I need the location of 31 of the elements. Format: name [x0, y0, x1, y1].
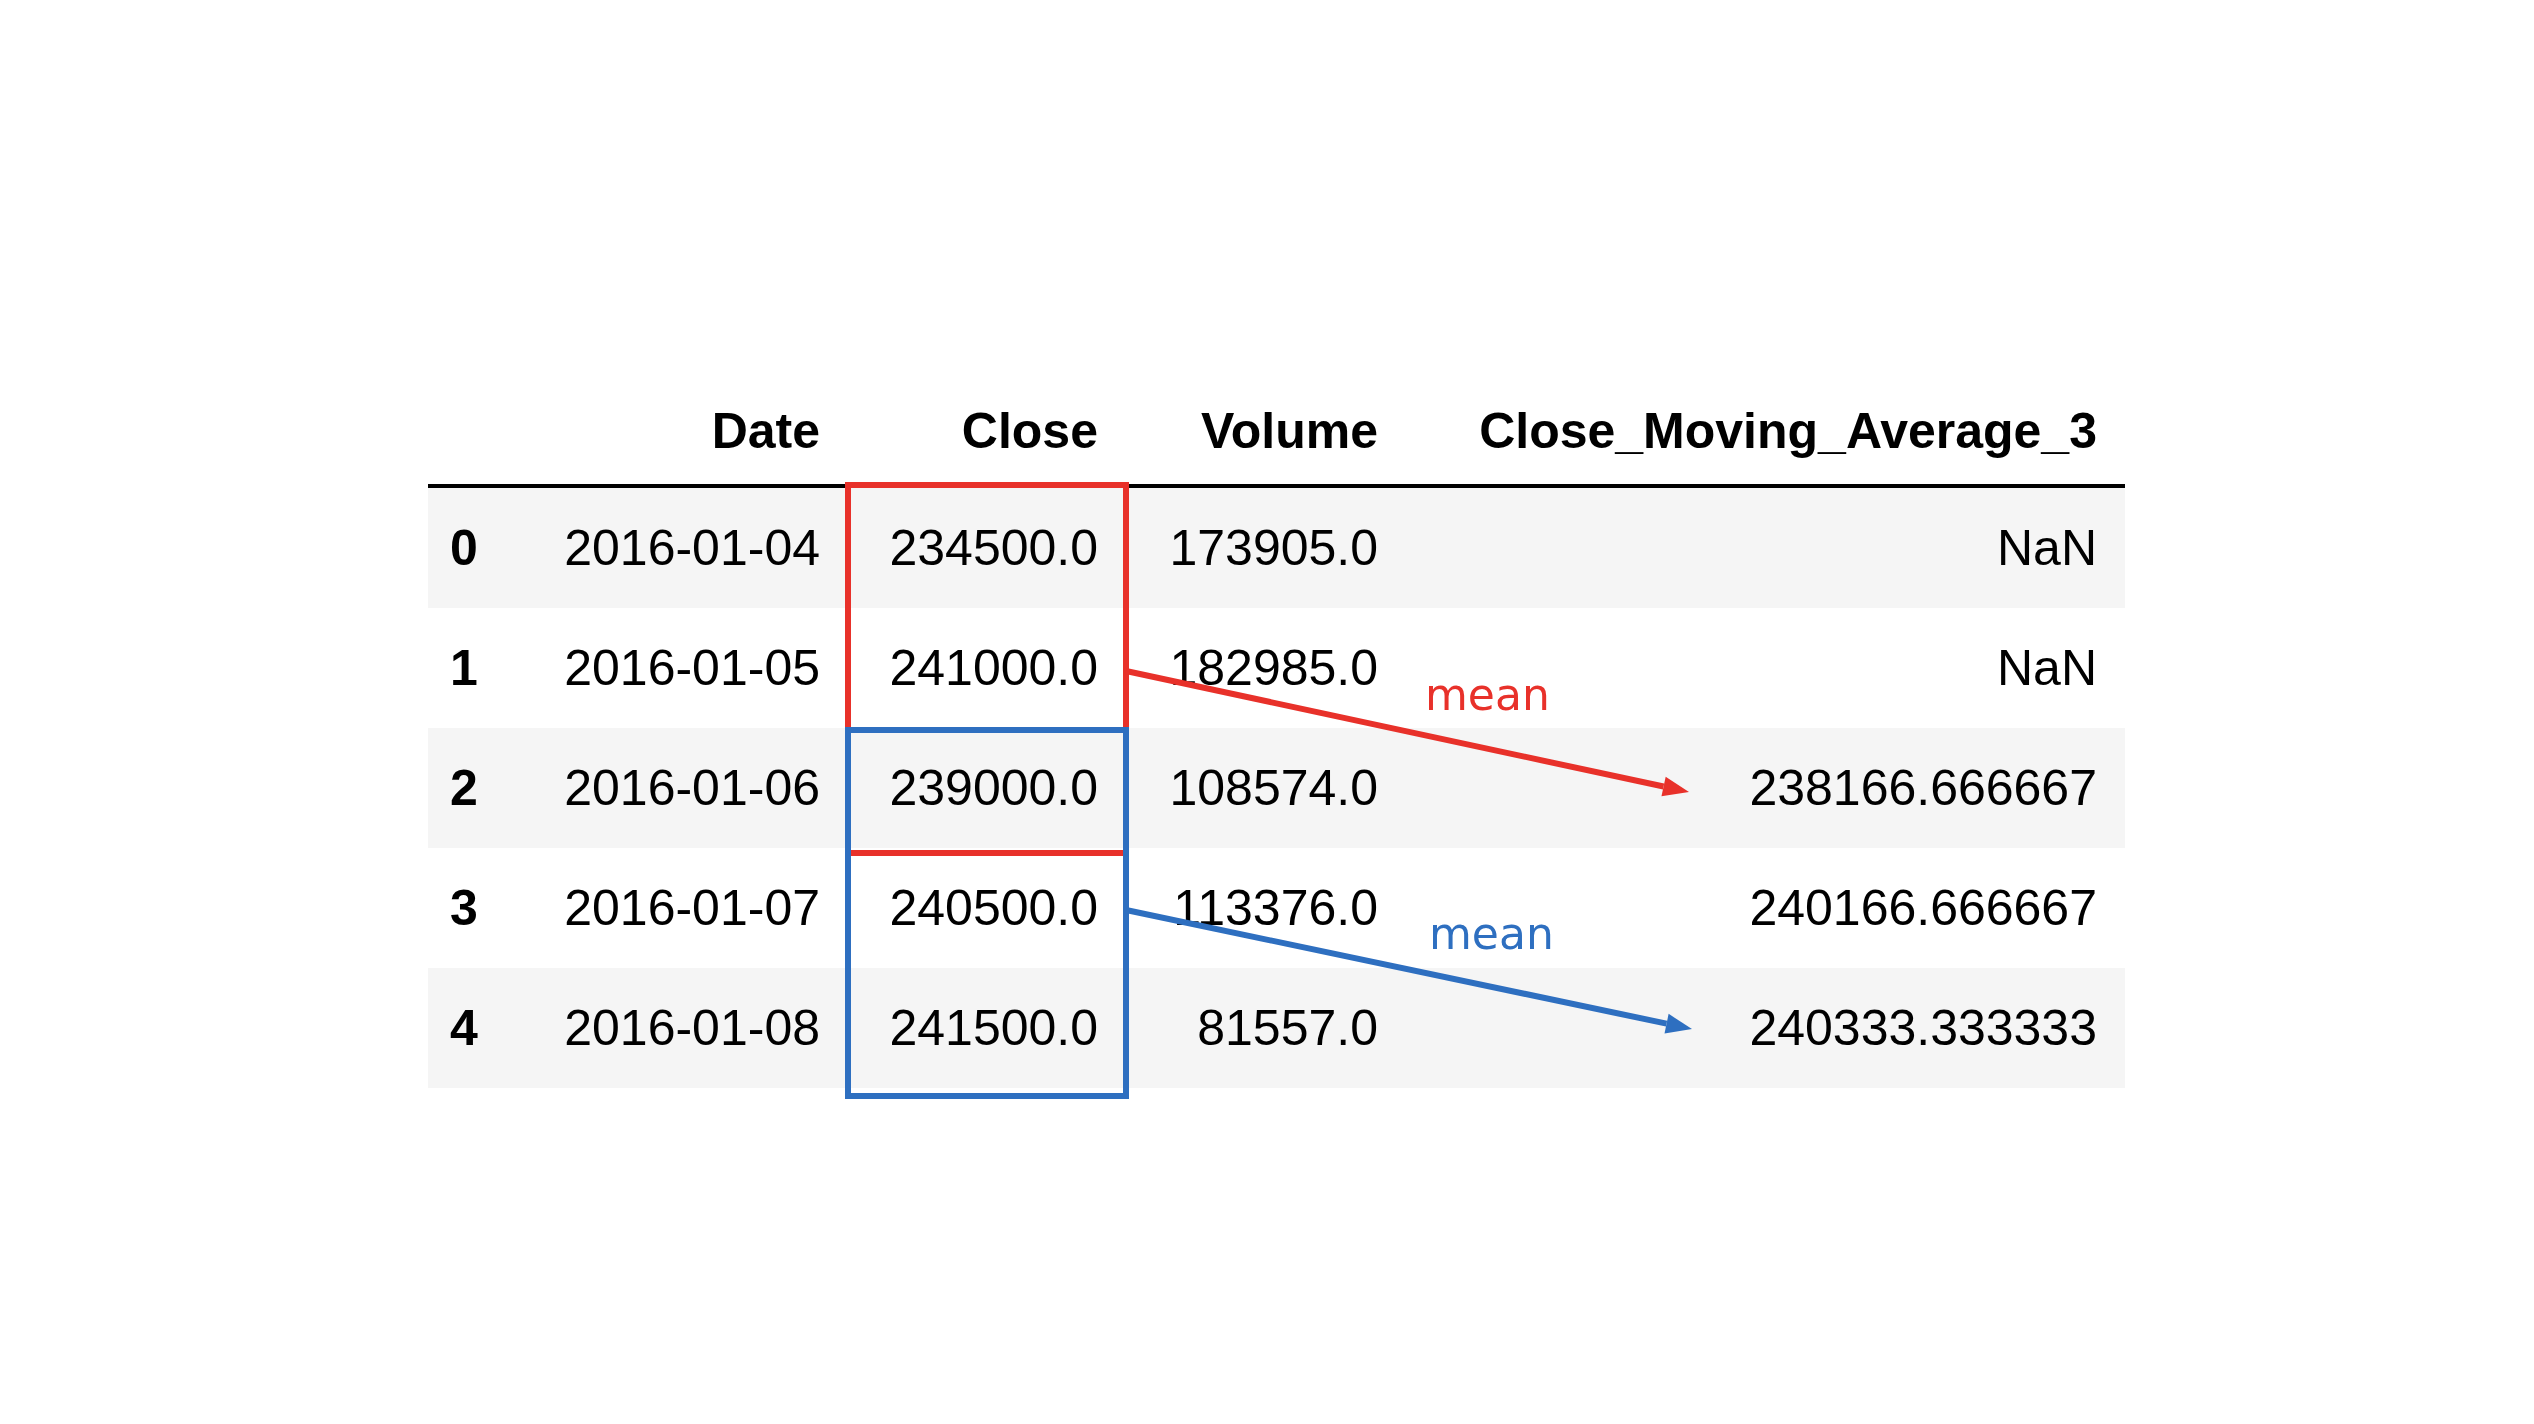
row-index: 0: [449, 518, 479, 578]
table-cell-text: 2016-01-04: [564, 518, 820, 578]
table-cell-text: 113376.0: [1173, 878, 1378, 938]
table-cell-text: 2016-01-07: [564, 878, 820, 938]
table-cell-text: NaN: [1996, 638, 2097, 698]
table-cell-text: 173905.0: [1169, 518, 1378, 578]
annotation-label: mean: [1429, 912, 1554, 956]
table-cell-text: 238166.666667: [1749, 758, 2097, 818]
row-index: 1: [449, 638, 479, 698]
table-cell-text: NaN: [1996, 518, 2097, 578]
table-cell-text: 241000.0: [889, 638, 1098, 698]
column-header: Close_Moving_Average_3: [1479, 401, 2097, 461]
table-cell-text: 241500.0: [889, 998, 1098, 1058]
table-cell-text: 234500.0: [889, 518, 1098, 578]
row-index: 3: [449, 878, 479, 938]
table-cell-text: 2016-01-05: [564, 638, 820, 698]
table-cell-text: 2016-01-06: [564, 758, 820, 818]
table-cell-text: 182985.0: [1169, 638, 1378, 698]
column-header: Volume: [1201, 401, 1378, 461]
table-cell-text: 239000.0: [889, 758, 1098, 818]
annotation-label: mean: [1425, 673, 1550, 717]
table-cell-text: 240333.333333: [1749, 998, 2097, 1058]
table-cell-text: 240166.666667: [1749, 878, 2097, 938]
table-cell-text: 2016-01-08: [564, 998, 820, 1058]
table-cell-text: 240500.0: [889, 878, 1098, 938]
column-header: Date: [711, 401, 820, 461]
table-cell-text: 108574.0: [1169, 758, 1378, 818]
row-index: 2: [449, 758, 479, 818]
row-index: 4: [449, 998, 479, 1058]
column-header: Close: [961, 401, 1098, 461]
table-cell-text: 81557.0: [1197, 998, 1378, 1058]
